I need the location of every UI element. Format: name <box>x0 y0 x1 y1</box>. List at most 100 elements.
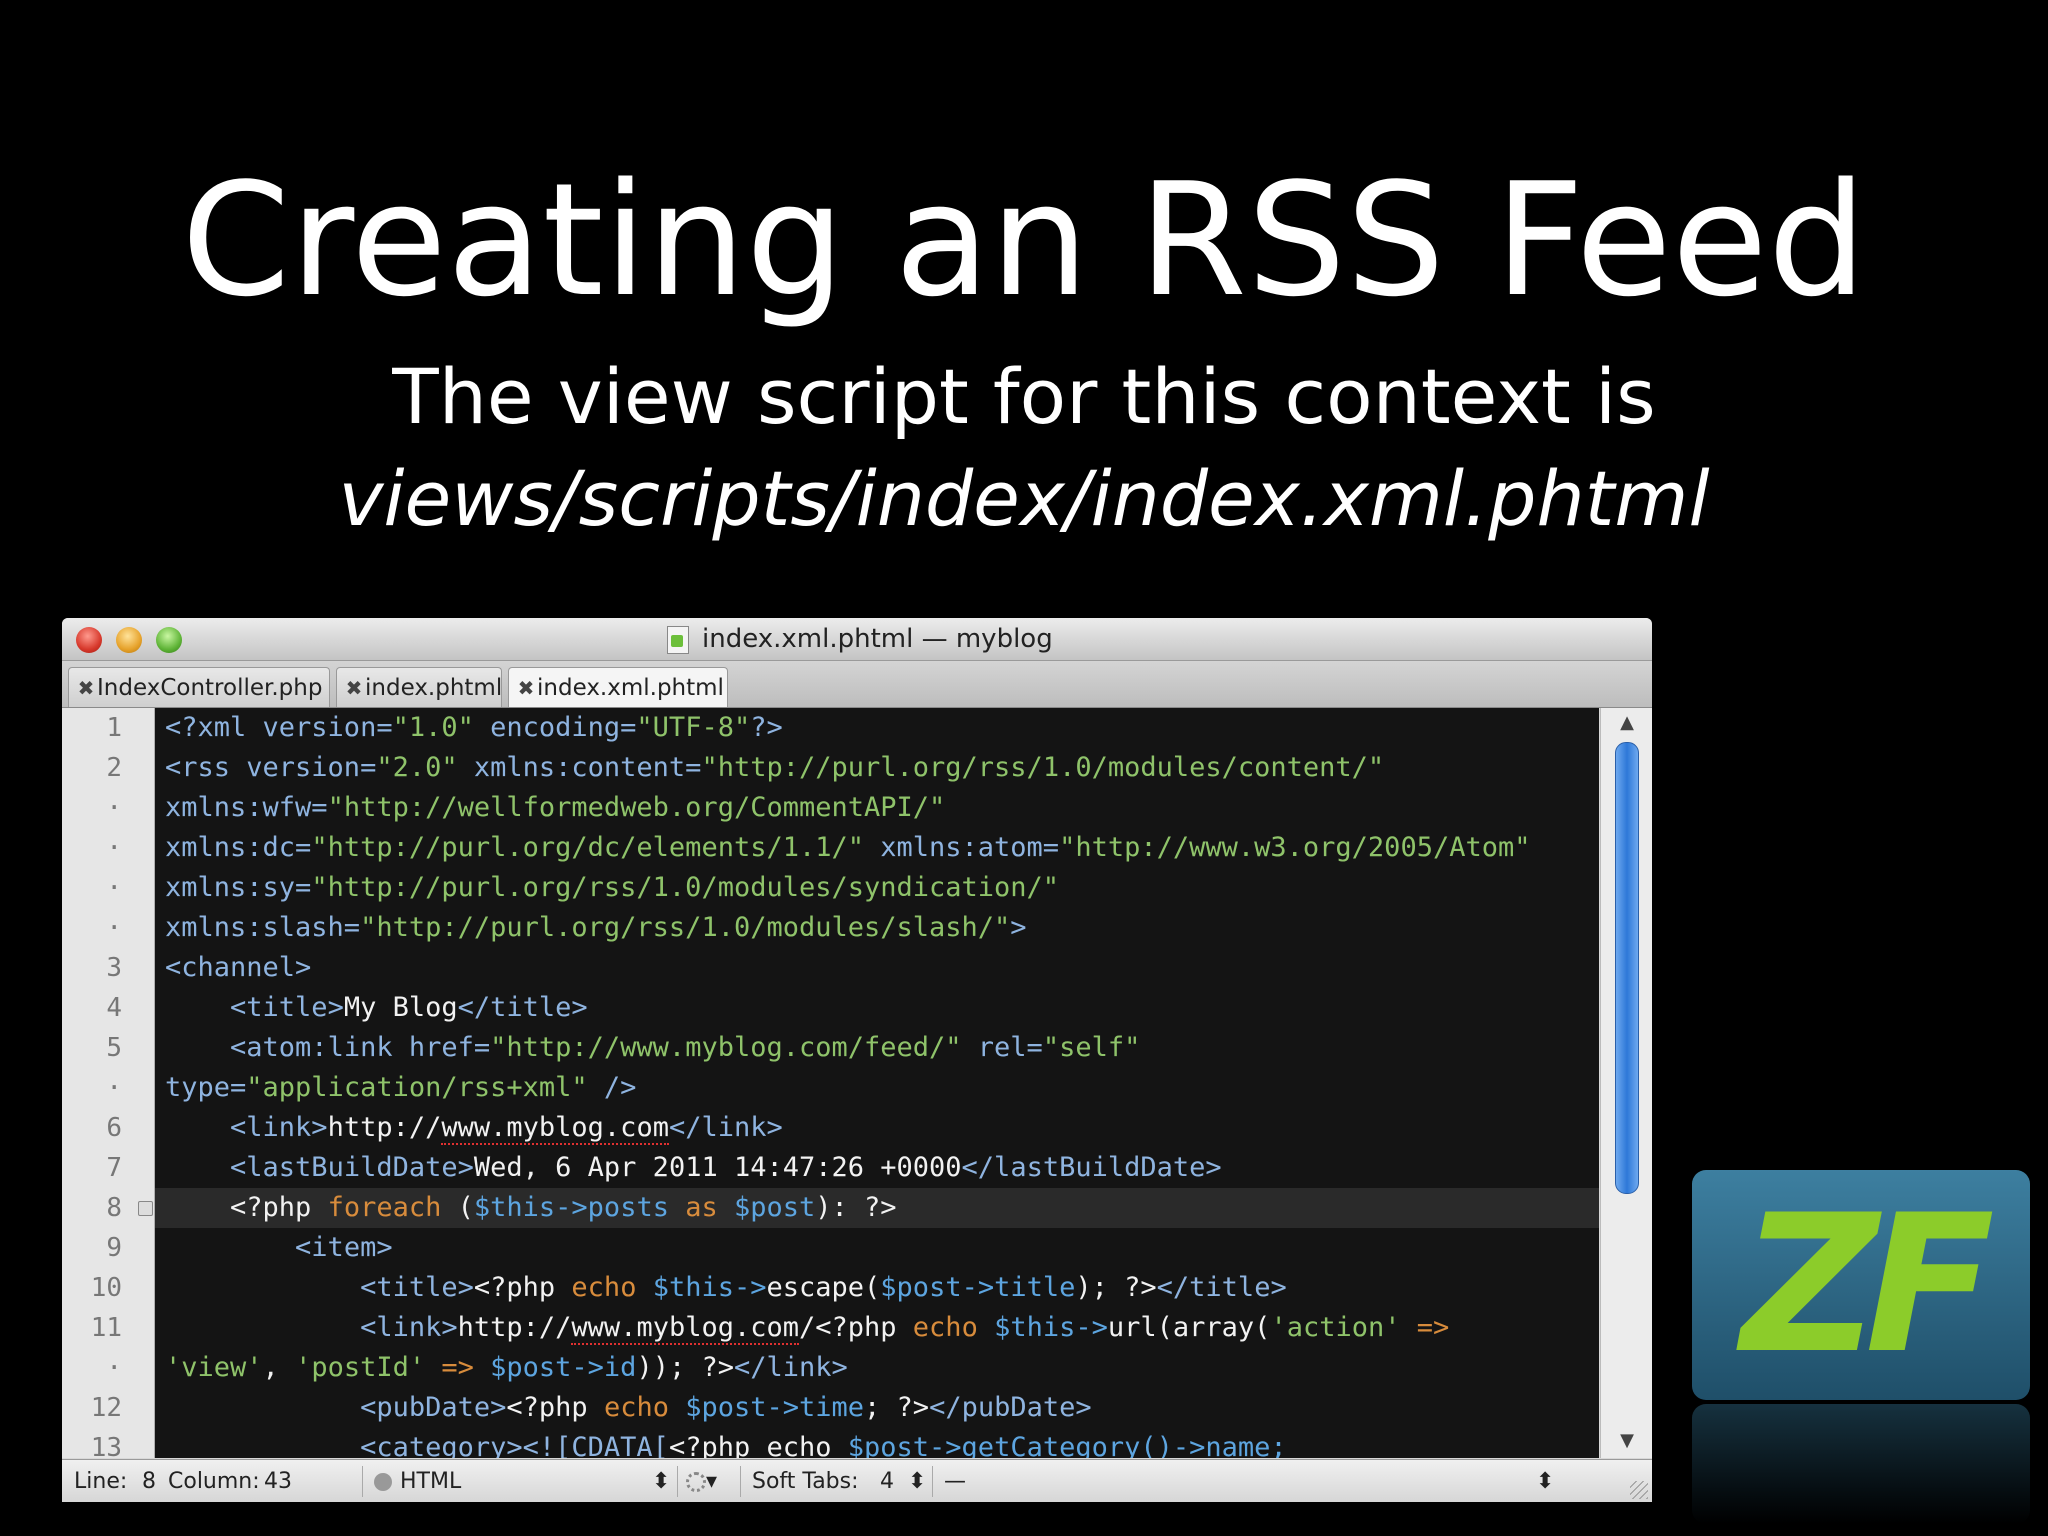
code-token: ): ?> <box>815 1192 897 1223</box>
code-line[interactable]: xmlns:slash="http://purl.org/rss/1.0/mod… <box>155 908 1599 948</box>
code-line[interactable]: <link>http://www.myblog.com/<?php echo $… <box>155 1308 1599 1348</box>
line-number: 1 <box>106 713 122 743</box>
tab-index-xml-phtml[interactable]: ✖ index.xml.phtml <box>508 667 728 707</box>
scroll-down-icon[interactable]: ▼ <box>1601 1428 1652 1454</box>
code-line[interactable]: <item> <box>155 1228 1599 1268</box>
code-token: ); ?> <box>1075 1272 1157 1303</box>
code-line[interactable]: <link>http://www.myblog.com</link> <box>155 1108 1599 1148</box>
close-tab-icon[interactable]: ✖ <box>75 668 97 708</box>
code-token: $post->getCategory()->name; <box>847 1432 1287 1458</box>
code-token: $post <box>734 1192 816 1223</box>
vertical-scrollbar[interactable]: ▲ ▼ <box>1600 708 1652 1458</box>
code-token: xmlns:sy= <box>165 872 312 903</box>
code-line[interactable]: 'view', 'postId' => $post->id)); ?></lin… <box>155 1348 1599 1388</box>
code-token: xmlns:slash= <box>165 912 361 943</box>
code-line[interactable]: xmlns:wfw="http://wellformedweb.org/Comm… <box>155 788 1599 828</box>
line-number: 6 <box>106 1113 122 1143</box>
code-editor[interactable]: <?xml version="1.0" encoding="UTF-8"?> <… <box>155 708 1599 1458</box>
line-number-gutter[interactable]: 1 2 · · · · 3 4 5 · 6 7 8 9 10 11 · 12 1… <box>62 708 155 1458</box>
line-number: · <box>106 1073 122 1103</box>
close-tab-icon[interactable]: ✖ <box>343 668 365 708</box>
code-token: </link> <box>734 1352 848 1383</box>
status-divider <box>740 1466 741 1497</box>
line-number: · <box>106 1353 122 1383</box>
code-token: type= <box>165 1072 247 1103</box>
code-token: "http://wellformedweb.org/CommentAPI/" <box>327 792 946 823</box>
soft-tabs-label[interactable]: Soft Tabs: <box>752 1460 859 1502</box>
code-line[interactable]: <channel> <box>155 948 1599 988</box>
line-number: 12 <box>90 1393 122 1423</box>
code-token: xmlns:wfw= <box>165 792 328 823</box>
code-line[interactable]: <pubDate><?php echo $post->time; ?></pub… <box>155 1388 1599 1428</box>
line-number: 7 <box>106 1153 122 1183</box>
close-window-button[interactable] <box>76 627 102 653</box>
bundle-menu[interactable]: ▾ <box>686 1460 717 1502</box>
code-token: <channel> <box>165 952 312 983</box>
code-line[interactable]: <?xml version="1.0" encoding="UTF-8"?> <box>155 708 1599 748</box>
code-token: "http://www.w3.org/2005/Atom" <box>1059 832 1531 863</box>
code-line[interactable]: <title><?php echo $this->escape($post->t… <box>155 1268 1599 1308</box>
language-selector[interactable]: HTML <box>374 1460 461 1502</box>
code-token: "2.0" <box>376 752 458 783</box>
code-token: http:// <box>457 1312 572 1343</box>
code-line[interactable]: <rss version="2.0" xmlns:content="http:/… <box>155 748 1599 788</box>
code-token: )); ?> <box>636 1352 734 1383</box>
close-tab-icon[interactable]: ✖ <box>515 668 537 708</box>
language-stepper-icon[interactable]: ⬍ <box>652 1460 670 1502</box>
window-titlebar[interactable]: index.xml.phtml — myblog <box>62 618 1652 661</box>
code-token: <?xml version= <box>165 712 393 743</box>
code-line[interactable]: xmlns:dc="http://purl.org/dc/elements/1.… <box>155 828 1599 868</box>
code-token: My Blog <box>343 992 458 1023</box>
spellcheck-token: www.myblog.com <box>441 1112 669 1145</box>
code-token: $this-> <box>994 1312 1108 1343</box>
tab-label: IndexController.php <box>97 675 323 701</box>
slide-subtitle-path: views/scripts/index/index.xml.phtml <box>338 454 1710 543</box>
code-token: "http://purl.org/dc/elements/1.1/" <box>311 832 864 863</box>
column-value: 43 <box>264 1469 292 1494</box>
language-icon <box>374 1473 392 1491</box>
zoom-window-button[interactable] <box>156 627 182 653</box>
line-number: · <box>106 793 122 823</box>
code-token: <pubDate> <box>360 1392 507 1423</box>
line-value: 8 <box>142 1469 156 1494</box>
fold-toggle-icon[interactable] <box>138 1201 153 1216</box>
minimize-window-button[interactable] <box>116 627 142 653</box>
code-line[interactable]: <title>My Blog</title> <box>155 988 1599 1028</box>
code-token: "http://purl.org/rss/1.0/modules/content… <box>701 752 1385 783</box>
scrollbar-thumb[interactable] <box>1615 742 1639 1194</box>
code-line[interactable]: <lastBuildDate>Wed, 6 Apr 2011 14:47:26 … <box>155 1148 1599 1188</box>
slide-title: Creating an RSS Feed <box>181 149 1867 331</box>
symbol-selector[interactable]: — <box>944 1460 966 1502</box>
code-line[interactable]: type="application/rss+xml" /> <box>155 1068 1599 1108</box>
tab-indexcontroller[interactable]: ✖ IndexController.php <box>68 667 330 707</box>
code-token: xmlns:dc= <box>165 832 312 863</box>
column-label: Column: <box>168 1469 260 1494</box>
tabs-stepper-icon[interactable]: ⬍ <box>908 1460 926 1502</box>
scroll-up-icon[interactable]: ▲ <box>1601 710 1652 736</box>
code-token: <title> <box>360 1272 474 1303</box>
code-token: </pubDate> <box>929 1392 1092 1423</box>
soft-tabs-value[interactable]: 4 <box>880 1460 894 1502</box>
code-token: 'action' <box>1270 1312 1401 1343</box>
symbol-stepper-icon[interactable]: ⬍ <box>1536 1460 1554 1502</box>
line-number: · <box>106 833 122 863</box>
code-token: echo <box>603 1392 686 1423</box>
tab-label: index.xml.phtml <box>537 675 724 701</box>
code-line[interactable]: xmlns:sy="http://purl.org/rss/1.0/module… <box>155 868 1599 908</box>
tab-index-phtml[interactable]: ✖ index.phtml <box>336 667 502 707</box>
code-token: echo <box>571 1272 653 1303</box>
code-token: "http://purl.org/rss/1.0/modules/syndica… <box>311 872 1060 903</box>
code-token: $this->posts <box>473 1192 669 1223</box>
current-code-line[interactable]: <?php foreach ($this->posts as $post): ?… <box>155 1188 1599 1228</box>
code-token: ( <box>441 1192 474 1223</box>
code-token: ; ?> <box>864 1392 930 1423</box>
code-token: </lastBuildDate> <box>961 1152 1222 1183</box>
code-token: <item> <box>295 1232 393 1263</box>
code-line[interactable]: <category><![CDATA[<?php echo $post->get… <box>155 1428 1599 1458</box>
resize-grip-icon[interactable] <box>1630 1481 1648 1499</box>
code-line[interactable]: <atom:link href="http://www.myblog.com/f… <box>155 1028 1599 1068</box>
code-token: <?php echo <box>668 1432 848 1458</box>
